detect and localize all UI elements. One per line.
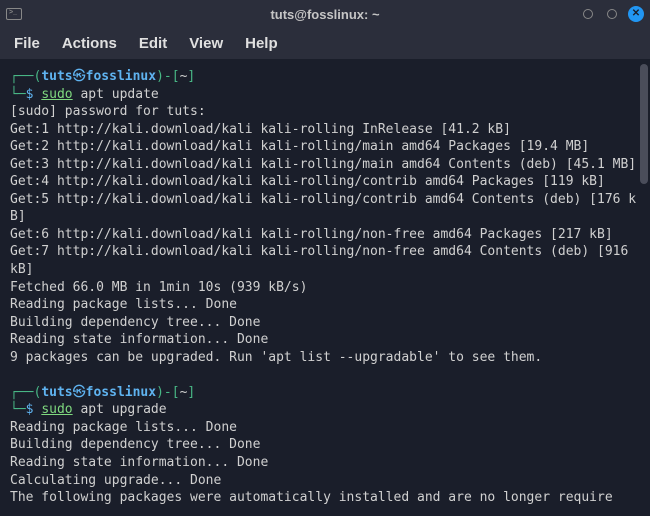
menu-actions[interactable]: Actions: [62, 35, 117, 52]
prompt-host: fosslinux: [86, 69, 156, 84]
prompt-cmd-1: └─$ sudo apt update: [10, 86, 640, 104]
terminal-icon: [6, 8, 22, 20]
output-block-1: [sudo] password for tuts: Get:1 http://k…: [10, 104, 636, 365]
window-controls: [580, 6, 644, 22]
cmd-rest-2: apt upgrade: [73, 402, 167, 417]
prompt-at-icon: ㉿: [73, 69, 86, 84]
prompt-user: tuts: [41, 69, 72, 84]
minimize-button[interactable]: [580, 6, 596, 22]
menu-bar: File Actions Edit View Help: [0, 28, 650, 60]
prompt-user-2: tuts: [41, 385, 72, 400]
maximize-button[interactable]: [604, 6, 620, 22]
prompt-dollar-2: $: [26, 402, 34, 417]
scrollbar-track[interactable]: [640, 64, 648, 512]
terminal-area[interactable]: ┌──(tuts㉿fosslinux)-[~]└─$ sudo apt upda…: [0, 60, 650, 516]
titlebar-left: [6, 8, 22, 20]
menu-help[interactable]: Help: [245, 35, 278, 52]
menu-file[interactable]: File: [14, 35, 40, 52]
prompt-dollar: $: [26, 87, 34, 102]
menu-edit[interactable]: Edit: [139, 35, 167, 52]
prompt-cmd-2: └─$ sudo apt upgrade: [10, 401, 640, 419]
prompt-line-1: ┌──(tuts㉿fosslinux)-[~]: [10, 68, 640, 86]
cmd-rest-1: apt update: [73, 87, 159, 102]
window-titlebar: tuts@fosslinux: ~: [0, 0, 650, 28]
prompt-host-2: fosslinux: [86, 385, 156, 400]
terminal-content[interactable]: ┌──(tuts㉿fosslinux)-[~]└─$ sudo apt upda…: [0, 60, 650, 515]
scrollbar-thumb[interactable]: [640, 64, 648, 184]
prompt-line-2: ┌──(tuts㉿fosslinux)-[~]: [10, 384, 640, 402]
cmd-sudo-2: sudo: [41, 402, 72, 417]
prompt-at-icon-2: ㉿: [73, 385, 86, 400]
cmd-sudo-1: sudo: [41, 87, 72, 102]
window-title: tuts@fosslinux: ~: [270, 7, 379, 22]
output-block-2: Reading package lists... Done Building d…: [10, 420, 613, 505]
close-button[interactable]: [628, 6, 644, 22]
menu-view[interactable]: View: [189, 35, 223, 52]
